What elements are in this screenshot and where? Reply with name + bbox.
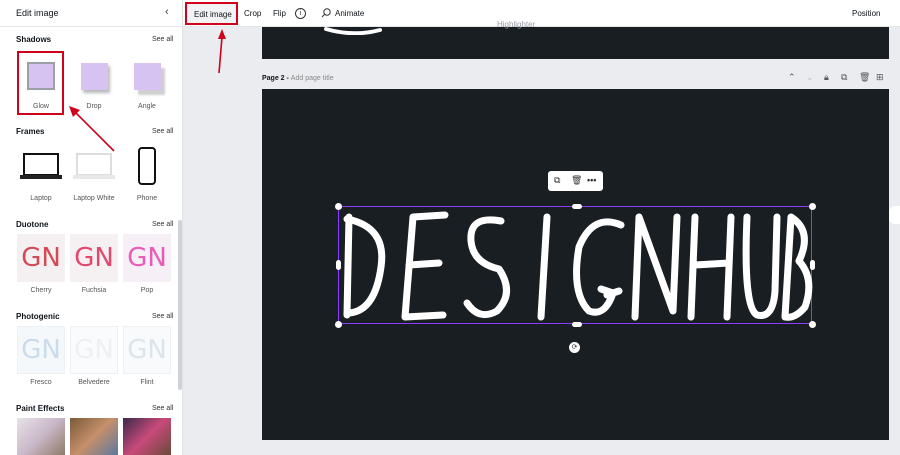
duplicate-page-icon[interactable]: ⧉	[841, 72, 847, 83]
frame-laptop-option[interactable]: Laptop	[17, 142, 65, 202]
laptop-icon	[17, 142, 65, 190]
move-down-icon[interactable]: ⌄	[806, 72, 814, 83]
shadow-angle-option[interactable]: Angle	[123, 52, 171, 110]
section-title-duotone: Duotone	[16, 220, 49, 229]
paint-effect-thumbnail-1[interactable]	[17, 418, 65, 455]
photogenic-see-all-link[interactable]: See all	[152, 313, 173, 320]
angle-label: Angle	[138, 103, 156, 110]
frame-laptop-white-option[interactable]: Laptop White	[68, 142, 120, 202]
frame-phone-option[interactable]: Phone	[123, 142, 171, 202]
page-actions: ⌃ ⌄ 🔒︎ ⧉ 🗑︎ ⊞	[786, 72, 886, 86]
shadow-drop-option[interactable]: Drop	[70, 52, 118, 110]
add-page-icon[interactable]: ⊞	[876, 72, 884, 83]
section-title-shadows: Shadows	[16, 35, 52, 44]
fuchsia-label: Fuchsia	[81, 287, 107, 294]
flip-button[interactable]: Flip	[273, 9, 286, 18]
rotate-icon[interactable]: ⟳	[569, 342, 580, 353]
flint-thumbnail: GN	[123, 326, 171, 374]
animate-icon	[321, 8, 331, 18]
crop-button[interactable]: Crop	[244, 9, 261, 18]
fuchsia-thumbnail: GN	[70, 234, 118, 282]
photogenic-flint-option[interactable]: GN Flint	[123, 326, 171, 386]
laptop-white-icon	[68, 142, 120, 190]
belvedere-thumbnail: GN	[70, 326, 118, 374]
cherry-thumbnail: GN	[17, 234, 65, 282]
phone-label: Phone	[136, 195, 158, 202]
resize-handle-top-left[interactable]	[335, 203, 342, 210]
more-options-icon[interactable]: •••	[587, 175, 596, 185]
pop-thumbnail: GN	[123, 234, 171, 282]
fresco-thumbnail: GN	[17, 326, 65, 374]
page-2-canvas[interactable]: ⧉ 🗑︎ ••• ⟳	[262, 89, 889, 440]
resize-handle-left[interactable]	[336, 260, 341, 270]
duotone-cherry-option[interactable]: GN Cherry	[17, 234, 65, 294]
fresco-label: Fresco	[30, 379, 52, 386]
page-number-label: Page 2 -	[262, 75, 291, 82]
section-title-frames: Frames	[16, 127, 45, 136]
belvedere-label: Belvedere	[78, 379, 110, 386]
move-up-icon[interactable]: ⌃	[788, 72, 796, 83]
add-page-title-input[interactable]: Add page title	[291, 75, 334, 82]
photogenic-fresco-option[interactable]: GN Fresco	[17, 326, 65, 386]
delete-page-icon[interactable]: 🗑︎	[859, 72, 870, 83]
edit-image-panel: Edit image ‹ Shadows See all Glow Drop A…	[0, 0, 183, 455]
edit-image-label: Edit image	[194, 10, 232, 19]
duotone-pop-option[interactable]: GN Pop	[123, 234, 171, 294]
selected-image-element[interactable]	[335, 203, 816, 328]
angle-thumbnail	[123, 52, 171, 100]
animate-button[interactable]: Animate	[335, 9, 364, 18]
section-title-photogenic: Photogenic	[16, 312, 60, 321]
lock-icon[interactable]: 🔒︎	[824, 72, 829, 83]
cherry-label: Cherry	[30, 287, 52, 294]
paint-effects-see-all-link[interactable]: See all	[152, 405, 173, 412]
paint-effect-thumbnail-2[interactable]	[70, 418, 118, 455]
frames-see-all-link[interactable]: See all	[152, 128, 173, 135]
panel-title: Edit image	[16, 8, 59, 18]
page-title: Page 2 - Add page title	[262, 75, 334, 82]
info-icon[interactable]: i	[295, 8, 306, 19]
copy-icon[interactable]: ⧉	[554, 175, 560, 186]
pop-label: Pop	[140, 287, 154, 294]
resize-handle-top-right[interactable]	[809, 203, 816, 210]
delete-icon[interactable]: 🗑︎	[571, 175, 582, 186]
resize-handle-bottom-left[interactable]	[335, 321, 342, 328]
top-toolbar: Edit image Crop Flip i Animate Position	[183, 0, 900, 27]
duotone-fuchsia-option[interactable]: GN Fuchsia	[70, 234, 118, 294]
laptop-white-label: Laptop White	[73, 195, 115, 202]
section-title-paint-effects: Paint Effects	[16, 404, 65, 413]
glow-highlight-box	[17, 51, 64, 115]
collapse-panel-icon[interactable]: ‹	[165, 6, 169, 18]
laptop-label: Laptop	[30, 195, 52, 202]
page-1-scribble	[324, 27, 382, 35]
drop-thumbnail	[70, 52, 118, 100]
duotone-see-all-link[interactable]: See all	[152, 221, 173, 228]
side-collapse-tab[interactable]	[889, 206, 900, 224]
position-button[interactable]: Position	[852, 9, 880, 18]
phone-icon	[123, 142, 171, 190]
panel-scrollbar[interactable]	[178, 220, 182, 390]
shadows-see-all-link[interactable]: See all	[152, 36, 173, 43]
resize-handle-bottom-right[interactable]	[809, 321, 816, 328]
design-hub-handwriting	[343, 211, 813, 321]
page-1-canvas[interactable]: Highlighter	[262, 20, 889, 59]
resize-handle-bottom[interactable]	[572, 322, 582, 327]
edit-image-button[interactable]: Edit image	[185, 2, 238, 25]
flint-label: Flint	[140, 379, 154, 386]
panel-header: Edit image ‹	[0, 0, 182, 27]
resize-handle-right[interactable]	[810, 260, 815, 270]
resize-handle-top[interactable]	[572, 204, 582, 209]
element-context-menu: ⧉ 🗑︎ •••	[548, 171, 603, 191]
paint-effect-thumbnail-3[interactable]	[123, 418, 171, 455]
page-1-text: Highlighter	[497, 20, 536, 29]
drop-label: Drop	[86, 103, 102, 110]
photogenic-belvedere-option[interactable]: GN Belvedere	[70, 326, 118, 386]
